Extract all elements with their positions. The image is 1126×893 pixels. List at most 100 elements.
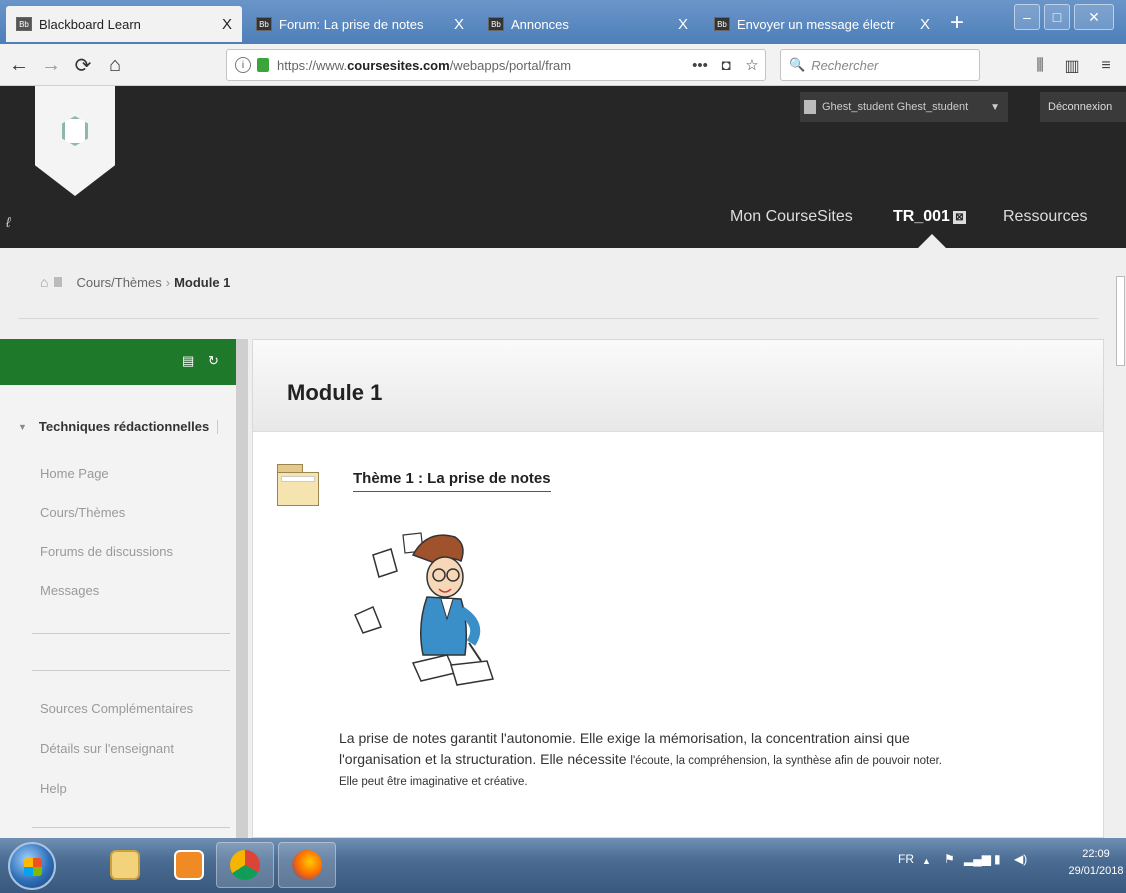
pocket-icon[interactable]: ◘ xyxy=(713,57,739,74)
tab-bar: Bb Blackboard Learn X Bb Forum: La prise… xyxy=(0,0,1126,44)
chevron-down-icon[interactable]: ▼ xyxy=(990,102,1000,113)
sidebar-item-messages[interactable]: Messages xyxy=(40,583,99,598)
maximize-button[interactable]: □ xyxy=(1044,4,1070,30)
action-center-icon[interactable]: ⚑ xyxy=(944,852,955,866)
folder-tab xyxy=(277,464,303,472)
tab-label: Annonces xyxy=(511,16,569,32)
windows-taskbar: FR ▲ ⚑ ▂▄▆ ▮ ◀) 22:09 29/01/2018 xyxy=(0,838,1126,893)
logout-button[interactable]: Déconnexion xyxy=(1040,92,1126,122)
url-domain: coursesites.com xyxy=(347,57,450,73)
bookmark-star-icon[interactable]: ☆ xyxy=(739,56,765,74)
scrollbar-thumb[interactable] xyxy=(1116,276,1125,366)
sidebar-divider xyxy=(32,827,230,828)
sidebar-item-help[interactable]: Help xyxy=(40,781,67,796)
tab-close-icon[interactable]: X xyxy=(454,16,464,33)
course-title[interactable]: ▼ Techniques rédactionnelles xyxy=(18,419,225,434)
chrome-icon xyxy=(230,850,260,880)
course-menu: ▤ ↻ ▼ Techniques rédactionnelles Home Pa… xyxy=(0,339,236,838)
avatar xyxy=(804,100,816,114)
language-indicator[interactable]: FR xyxy=(898,852,914,866)
breadcrumb-divider xyxy=(18,318,1098,319)
forward-button[interactable]: → xyxy=(36,50,66,80)
coursesites-logo[interactable] xyxy=(35,86,115,196)
battery-icon[interactable]: ▮ xyxy=(994,852,1001,866)
course-menu-header: ▤ ↻ xyxy=(0,339,236,385)
description-line-2: l'organisation et la structuration. Elle… xyxy=(339,749,1059,772)
edit-mode-icon[interactable]: ℓ xyxy=(6,214,11,230)
expand-icon[interactable]: ▼ xyxy=(18,422,27,432)
tab-close-icon[interactable]: X xyxy=(920,16,930,33)
url-text[interactable]: https://www.coursesites.com/webapps/port… xyxy=(277,58,687,73)
user-menu[interactable]: Ghest_student Ghest_student ▼ xyxy=(800,92,1008,122)
note-taking-illustration xyxy=(354,532,494,686)
sidebar-resize-handle[interactable] xyxy=(236,339,248,838)
nav-course-tr001[interactable]: TR_001 ⊠ xyxy=(893,208,966,226)
browser-window: Bb Blackboard Learn X Bb Forum: La prise… xyxy=(0,0,1126,893)
system-clock[interactable]: 22:09 29/01/2018 xyxy=(1066,846,1126,880)
sidebar-item-enseignant[interactable]: Détails sur l'enseignant xyxy=(40,741,174,756)
reload-button[interactable]: ⟳ xyxy=(68,50,98,80)
nav-ressources[interactable]: Ressources xyxy=(1003,208,1087,226)
tab-label: Envoyer un message électr xyxy=(737,16,895,32)
active-nav-caret xyxy=(918,234,946,248)
folder-view-icon[interactable]: ▤ xyxy=(182,353,194,369)
windows-logo-icon xyxy=(24,858,42,876)
tab-label: Blackboard Learn xyxy=(39,16,141,32)
close-window-button[interactable]: ✕ xyxy=(1074,4,1114,30)
taskbar-media-player[interactable] xyxy=(160,842,218,888)
blackboard-favicon-icon: Bb xyxy=(256,17,272,31)
new-tab-button[interactable]: + xyxy=(940,6,974,40)
sidebar-item-home-page[interactable]: Home Page xyxy=(40,466,109,481)
taskbar-explorer[interactable] xyxy=(96,842,154,888)
course-title-dropdown[interactable] xyxy=(217,419,225,434)
tab-annonces[interactable]: Bb Annonces X xyxy=(478,6,698,42)
start-button[interactable] xyxy=(8,842,56,890)
sidebar-item-sources[interactable]: Sources Complémentaires xyxy=(40,701,193,716)
tray-expand-icon[interactable]: ▲ xyxy=(922,856,931,866)
description-line-2b: l'écoute, la compréhension, la synthèse … xyxy=(630,755,943,767)
nav-course-label: TR_001 xyxy=(893,208,950,225)
info-icon[interactable]: i xyxy=(235,57,251,73)
content-description: La prise de notes garantit l'autonomie. … xyxy=(339,728,1059,793)
page-title: Module 1 xyxy=(287,380,383,405)
sidebar-divider xyxy=(32,670,230,671)
page-scrollbar[interactable] xyxy=(1115,248,1126,838)
tab-forum[interactable]: Bb Forum: La prise de notes X xyxy=(246,6,474,42)
tab-close-icon[interactable]: X xyxy=(222,16,232,33)
breadcrumb: ⌂ Cours/Thèmes › Module 1 xyxy=(40,274,230,290)
breadcrumb-separator: › xyxy=(165,274,171,290)
blackboard-favicon-icon: Bb xyxy=(714,17,730,31)
breadcrumb-cours-themes[interactable]: Cours/Thèmes xyxy=(76,275,161,290)
course-close-icon[interactable]: ⊠ xyxy=(952,211,966,224)
content-item-link[interactable]: Thème 1 : La prise de notes xyxy=(353,470,551,492)
tab-envoyer-message[interactable]: Bb Envoyer un message électr X xyxy=(704,6,940,42)
library-icon[interactable]: ⫼ xyxy=(1026,52,1054,80)
volume-icon[interactable]: ◀) xyxy=(1014,852,1027,866)
search-input[interactable]: 🔍 Rechercher xyxy=(780,49,980,81)
sidebar-toggle-icon[interactable]: ▥ xyxy=(1058,52,1086,80)
more-actions-icon[interactable]: ••• xyxy=(687,57,713,74)
blackboard-favicon-icon: Bb xyxy=(488,17,504,31)
address-bar[interactable]: i https://www.coursesites.com/webapps/po… xyxy=(226,49,766,81)
sidebar-item-forums[interactable]: Forums de discussions xyxy=(40,544,173,559)
back-button[interactable]: ← xyxy=(4,50,34,80)
refresh-icon[interactable]: ↻ xyxy=(208,353,219,369)
taskbar-chrome[interactable] xyxy=(216,842,274,888)
media-player-icon xyxy=(174,850,204,880)
home-icon[interactable]: ⌂ xyxy=(40,274,48,290)
folder-icon xyxy=(277,464,323,510)
logo-mark-icon xyxy=(62,116,88,146)
tab-label: Forum: La prise de notes xyxy=(279,16,424,32)
network-icon[interactable]: ▂▄▆ xyxy=(964,852,991,866)
minimize-button[interactable]: – xyxy=(1014,4,1040,30)
tab-blackboard-learn[interactable]: Bb Blackboard Learn X xyxy=(6,6,242,42)
nav-mon-coursesites[interactable]: Mon CourseSites xyxy=(730,208,853,226)
description-line-3: Elle peut être imaginative et créative. xyxy=(339,776,528,788)
description-line-1: La prise de notes garantit l'autonomie. … xyxy=(339,730,910,746)
home-button[interactable]: ⌂ xyxy=(100,50,130,80)
sidebar-item-cours-themes[interactable]: Cours/Thèmes xyxy=(40,505,125,520)
tab-close-icon[interactable]: X xyxy=(678,16,688,33)
menu-icon[interactable]: ≡ xyxy=(1092,52,1120,80)
taskbar-firefox[interactable] xyxy=(278,842,336,888)
description-line-2a: l'organisation et la structuration. Elle… xyxy=(339,751,631,767)
